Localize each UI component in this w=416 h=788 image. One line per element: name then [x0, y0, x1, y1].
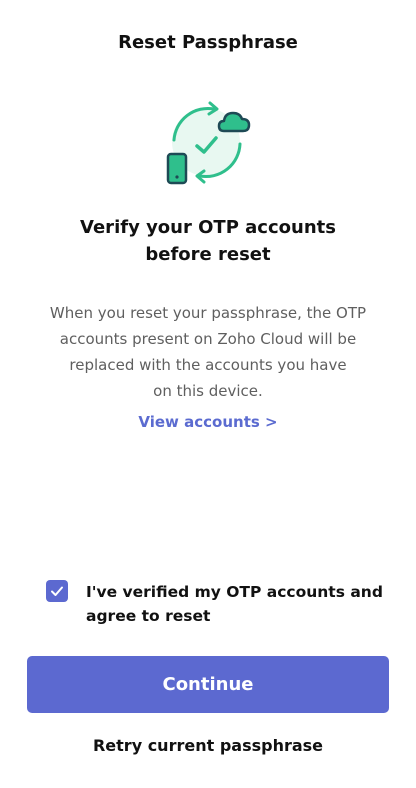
headline: Verify your OTP accounts before reset: [40, 214, 376, 268]
agree-label-line: I've verified my OTP accounts and: [86, 583, 383, 601]
view-accounts-link[interactable]: View accounts >: [0, 413, 416, 431]
description-line: replaced with the accounts you have: [69, 356, 347, 374]
headline-line: Verify your OTP accounts: [80, 217, 336, 238]
agree-label-line: agree to reset: [86, 607, 211, 625]
continue-button[interactable]: Continue: [27, 656, 389, 713]
description: When you reset your passphrase, the OTP …: [30, 300, 386, 404]
headline-line: before reset: [145, 244, 271, 265]
sync-illustration: [158, 100, 258, 190]
agree-checkbox[interactable]: [46, 580, 68, 602]
agree-label[interactable]: I've verified my OTP accounts and agree …: [86, 580, 386, 628]
description-line: When you reset your passphrase, the OTP: [49, 304, 367, 322]
description-line: accounts present on Zoho Cloud will be: [59, 330, 357, 348]
sync-arrows-icon: [166, 101, 251, 185]
page-title: Reset Passphrase: [118, 32, 298, 53]
check-icon: [51, 586, 63, 596]
phone-icon: [166, 152, 188, 185]
reset-passphrase-screen: Reset Passphrase Verify your OTP account…: [0, 0, 416, 788]
retry-passphrase-link[interactable]: Retry current passphrase: [0, 736, 416, 755]
description-line: on this device.: [153, 382, 263, 400]
